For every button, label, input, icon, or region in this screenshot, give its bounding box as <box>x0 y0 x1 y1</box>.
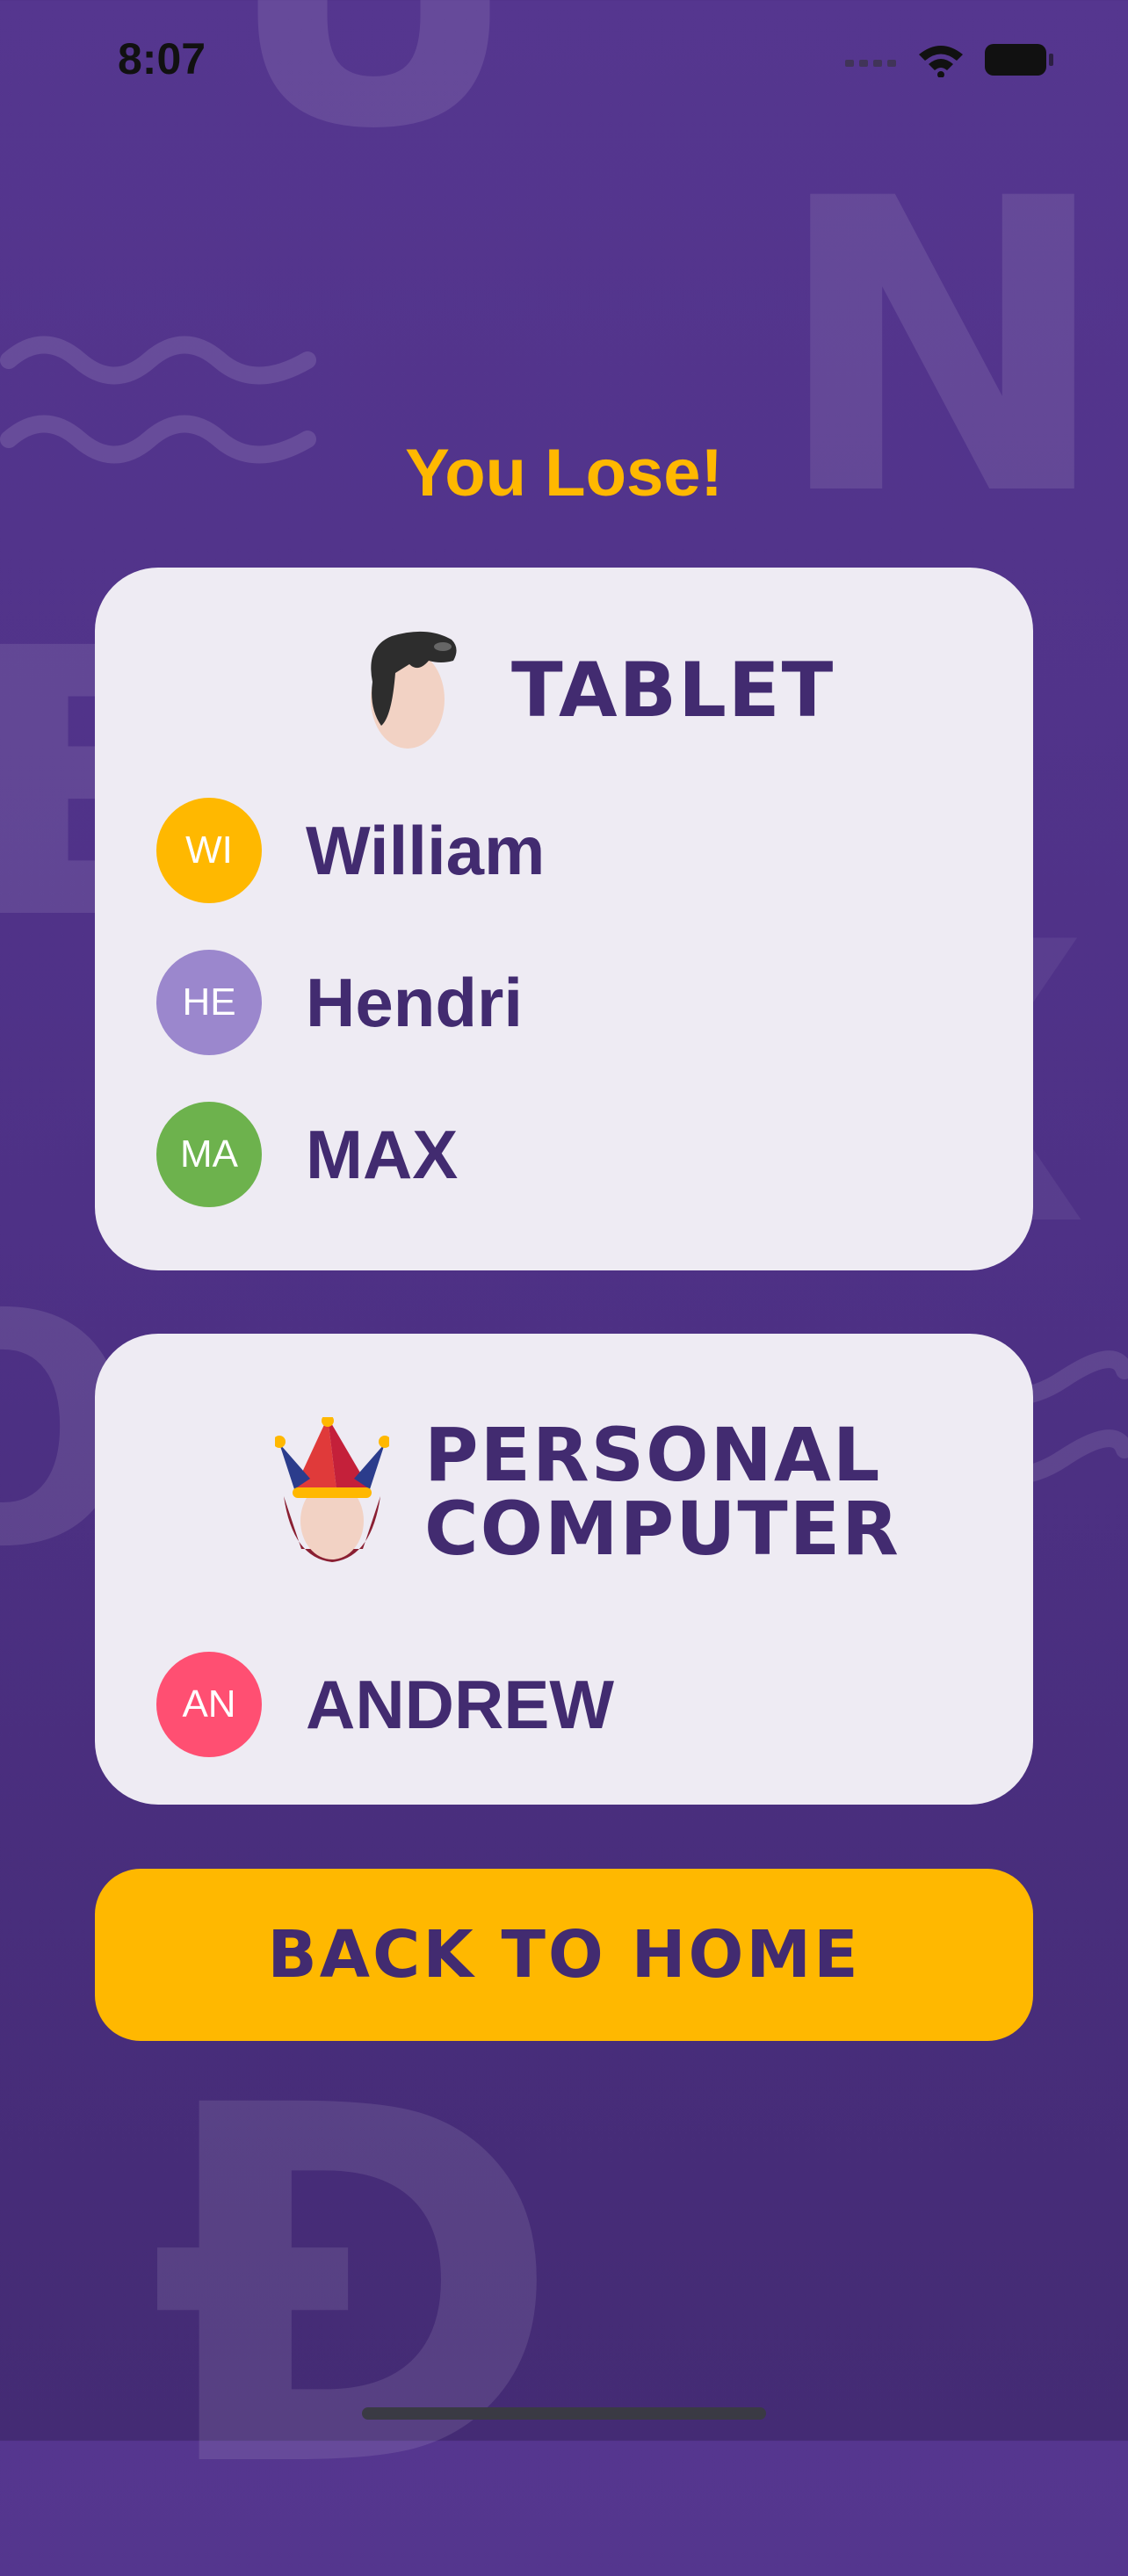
team-name-line1: PERSONAL <box>424 1412 882 1498</box>
player-row: MA MAX <box>156 1102 458 1207</box>
player-row: WI William <box>156 798 545 903</box>
team-name-line2: COMPUTER <box>424 1486 900 1572</box>
player-name: Hendri <box>306 963 524 1041</box>
jester-head-icon <box>275 1417 389 1562</box>
battery-icon <box>985 44 1053 76</box>
elvis-hair-head-icon <box>371 631 457 749</box>
player-avatar: WI <box>156 798 262 903</box>
back-to-home-button[interactable]: BACK TO HOME <box>95 1869 1033 2041</box>
result-title: You Lose! <box>405 436 723 510</box>
wifi-icon <box>919 46 963 77</box>
player-name: William <box>306 811 546 889</box>
player-name: MAX <box>306 1115 459 1193</box>
background-decoration-n: N <box>773 114 1111 584</box>
player-row: AN ANDREW <box>156 1652 614 1757</box>
background-decoration-d: Đ <box>149 2003 562 2576</box>
back-to-home-label: BACK TO HOME <box>267 1917 861 1993</box>
status-icons <box>845 42 1054 77</box>
status-bar: 8:07 <box>0 0 1128 123</box>
team-header: TABLET <box>357 629 835 752</box>
player-avatar: HE <box>156 950 262 1055</box>
player-name: ANDREW <box>306 1665 614 1743</box>
player-avatar: MA <box>156 1102 262 1207</box>
player-avatar: AN <box>156 1652 262 1757</box>
team-header: PERSONAL COMPUTER <box>275 1417 900 1567</box>
signal-icon <box>845 60 896 67</box>
team-card-personal-computer: PERSONAL COMPUTER AN ANDREW <box>95 1334 1033 1805</box>
team-name: TABLET <box>511 647 835 734</box>
team-name: PERSONAL COMPUTER <box>424 1418 900 1566</box>
team-card-tablet: TABLET WI William HE Hendri MA MAX <box>95 568 1033 1270</box>
status-time: 8:07 <box>118 34 206 83</box>
home-indicator[interactable] <box>362 2407 766 2420</box>
player-row: HE Hendri <box>156 950 523 1055</box>
